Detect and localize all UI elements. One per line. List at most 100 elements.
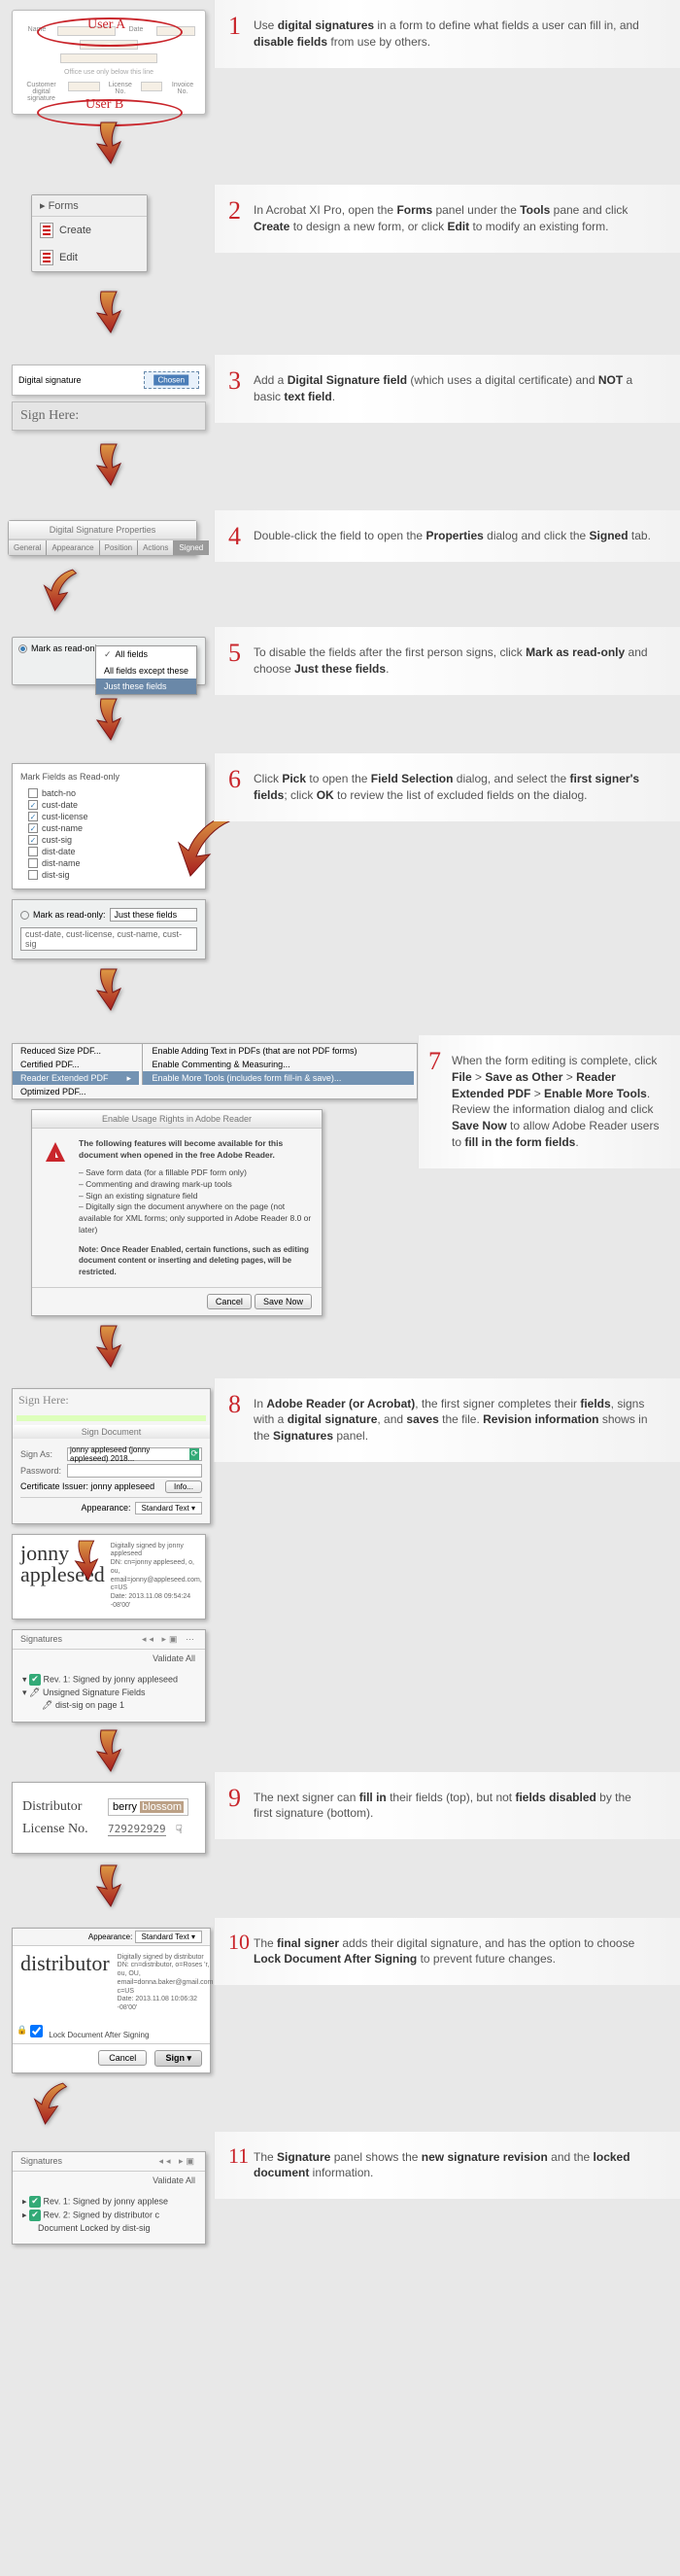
validate-all-link[interactable]: Validate All [13,1650,205,1667]
readonly-radio[interactable] [20,911,29,920]
distributor-sig-meta: Digitally signed by distributorDN: cn=di… [118,1954,216,2013]
label-date: Date [121,26,151,36]
opt-just-these[interactable]: Just these fields [96,679,196,694]
field-item[interactable]: ✓cust-date [20,799,197,811]
license-value: 729292929 [108,1823,166,1836]
save-as-menu: Reduced Size PDF... Certified PDF... Rea… [12,1043,418,1099]
adobe-icon [42,1138,69,1166]
opt-all-except[interactable]: All fields except these [96,663,196,679]
mark-readonly-radio[interactable] [18,644,27,653]
field-item[interactable]: dist-date [20,846,197,857]
step-text: In Acrobat XI Pro, open the Forms panel … [254,202,651,235]
valid-badge-icon: ✔ [29,2210,41,2221]
unsigned-line[interactable]: Unsigned Signature Fields [43,1688,146,1697]
label-sig: Customer digital signature [20,82,62,102]
rev1-final[interactable]: Rev. 1: Signed by jonny applese [44,2196,168,2206]
submenu-commenting[interactable]: Enable Commenting & Measuring... [143,1058,414,1071]
sign-button[interactable]: Sign ▾ [154,2050,202,2067]
validate-all-link2[interactable]: Validate All [13,2172,205,2189]
lock-after-sign-label: Lock Document After Signing [49,2031,149,2039]
down-arrow-icon [89,288,128,336]
locked-line: Document Locked by dist-sig [38,2223,151,2233]
field-item[interactable]: ✓cust-name [20,822,197,834]
usage-item: Digitally sign the document anywhere on … [79,1201,312,1236]
submenu-add-text[interactable]: Enable Adding Text in PDFs (that are not… [143,1044,414,1058]
down-arrow-icon [89,965,128,1014]
checkbox-icon[interactable] [28,847,38,856]
step-text: The next signer can fill in their fields… [254,1790,651,1823]
tab-signed[interactable]: Signed [174,540,209,555]
tab-appearance[interactable]: Appearance [47,540,99,555]
password-input[interactable] [67,1464,202,1478]
forms-panel-header[interactable]: ▸ Forms [32,195,147,217]
lock-after-sign-checkbox[interactable] [30,2025,43,2037]
issuer-label: Certificate Issuer: [20,1481,88,1491]
usage-save-now-button[interactable]: Save Now [255,1294,312,1309]
signatures-panel-final: Signatures◂◂ ▸▣ Validate All ▸ ✔ Rev. 1:… [12,2151,206,2245]
info-button[interactable]: Info... [165,1480,202,1493]
rev2-final[interactable]: Rev. 2: Signed by distributor c [44,2210,159,2219]
tab-actions[interactable]: Actions [138,540,174,555]
appearance-select[interactable]: Standard Text ▾ [135,1502,202,1514]
valid-badge-icon: ✔ [29,2196,41,2208]
signature-preview: jonny appleseed Digitally signed by jonn… [12,1534,206,1619]
checkbox-icon[interactable] [28,858,38,868]
checkbox-icon[interactable]: ✓ [28,800,38,810]
step-text: The Signature panel shows the new signat… [254,2149,651,2182]
digsig-label: Digital signature [18,375,82,385]
appearance-select2[interactable]: Standard Text ▾ [135,1931,202,1943]
checkbox-icon[interactable]: ✓ [28,812,38,821]
field-item[interactable]: ✓cust-license [20,811,197,822]
step-text: The final signer adds their digital sign… [254,1935,651,1968]
mark-readonly-control: Mark as read-only: All fields All fields… [12,637,206,685]
submenu-enable-more[interactable]: Enable More Tools (includes form fill-in… [143,1071,414,1085]
label-name: Name [22,26,51,36]
distributor-sig-name: distributor [20,1954,110,2013]
field-item[interactable]: dist-name [20,857,197,869]
usage-item: Sign an existing signature field [79,1191,312,1202]
checkbox-icon[interactable] [28,788,38,798]
down-arrow-icon [31,2079,70,2128]
down-arrow-icon [89,1726,128,1775]
step-number: 3 [228,366,241,396]
readonly-mode-menu[interactable]: All fields All fields except these Just … [95,645,197,695]
readonly-label2: Mark as read-only: [33,910,106,920]
menu-certified[interactable]: Certified PDF... [13,1058,139,1071]
menu-reader-extended[interactable]: Reader Extended PDF ▸ [13,1071,139,1085]
usage-cancel-button[interactable]: Cancel [207,1294,252,1309]
field-item[interactable]: ✓cust-sig [20,834,197,846]
field-item[interactable]: batch-no [20,787,197,799]
checkbox-icon[interactable]: ✓ [28,823,38,833]
opt-all-fields[interactable]: All fields [96,646,196,663]
checkbox-icon[interactable]: ✓ [28,835,38,845]
field-selection-title: Mark Fields as Read-only [20,772,197,782]
tab-position[interactable]: Position [100,540,138,555]
create-item[interactable]: Create [32,217,147,244]
down-arrow-icon [41,566,80,614]
mark-readonly-label: Mark as read-only: [31,644,104,653]
sign-here-header: Sign Here: [13,1389,210,1411]
distributor-input[interactable]: berry blossom [108,1798,188,1816]
password-label: Password: [20,1466,63,1476]
edit-item[interactable]: Edit [32,244,147,271]
readonly-mode-select[interactable]: Just these fields [110,908,197,922]
sign-as-combo[interactable]: jonny appleseed (jonny appleseed) 2018..… [67,1447,202,1461]
signatures-title: Signatures [20,1634,62,1644]
down-arrow-icon [89,440,128,489]
sign-here-label: Sign Here: [12,401,206,431]
step-text: Add a Digital Signature field (which use… [254,372,651,405]
menu-optimized[interactable]: Optimized PDF... [13,1085,139,1098]
properties-tabs: General Appearance Position Actions Sign… [9,540,196,555]
menu-reduced[interactable]: Reduced Size PDF... [13,1044,139,1058]
rev1-line[interactable]: Rev. 1: Signed by jonny appleseed [44,1674,178,1684]
checkbox-icon[interactable] [28,870,38,880]
tab-general[interactable]: General [9,540,47,555]
field-item[interactable]: dist-sig [20,869,197,881]
sign-cancel-button[interactable]: Cancel [98,2050,147,2066]
valid-badge-icon: ✔ [29,1674,41,1686]
digsig-center-badge: Chosen [153,375,188,386]
unsigned-field-line[interactable]: dist-sig on page 1 [55,1700,124,1710]
step-number: 4 [228,522,241,551]
step-number: 1 [228,12,241,41]
digsig-field-handle[interactable]: Chosen [144,371,199,389]
